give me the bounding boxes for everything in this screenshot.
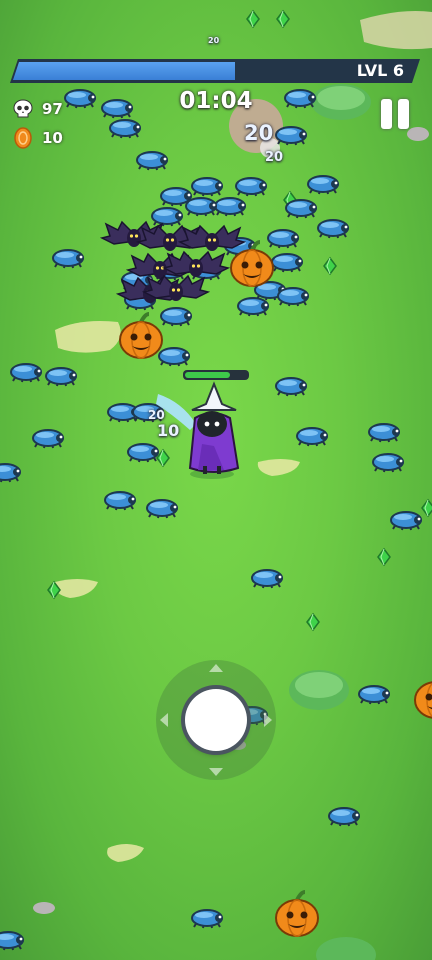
pumpkin-icon <box>119 312 163 359</box>
blue-beetle-icon <box>372 453 404 473</box>
joystick-left-arrow <box>160 713 168 727</box>
player-health-bar <box>183 370 249 380</box>
blue-beetle-icon <box>136 151 168 171</box>
blue-beetle-icon <box>328 807 360 827</box>
blue-beetle-icon <box>296 427 328 447</box>
blue-beetle-icon <box>109 119 141 139</box>
damage-number: 20 <box>244 121 274 145</box>
bush <box>289 670 349 710</box>
blue-beetle-icon <box>285 199 317 219</box>
joystick-down-arrow <box>209 768 223 776</box>
blue-beetle-icon <box>271 253 303 273</box>
coin-counter: 10 <box>12 126 63 150</box>
coin-icon <box>14 127 32 149</box>
virtual-joystick[interactable] <box>156 660 276 780</box>
enemy-layer <box>0 89 422 951</box>
game-world <box>0 9 432 960</box>
blue-beetle-icon <box>52 249 84 269</box>
blue-beetle-icon <box>275 377 307 397</box>
blue-beetle-icon <box>390 511 422 531</box>
blue-beetle-icon <box>267 229 299 249</box>
joystick-right-arrow <box>264 713 272 727</box>
blue-beetle-icon <box>214 197 246 217</box>
damage-number: 10 <box>157 421 180 440</box>
pumpkin-icon <box>414 681 432 719</box>
damage-number: 20 <box>208 36 220 45</box>
kill-count: 97 <box>42 100 63 118</box>
blue-beetle-icon <box>368 423 400 443</box>
green-gem-icon <box>306 612 320 632</box>
blue-beetle-icon <box>0 463 21 483</box>
skull-icon <box>13 99 33 118</box>
joystick-up-arrow <box>209 664 223 672</box>
coin-count: 10 <box>42 129 63 147</box>
player-health-fill <box>185 372 230 378</box>
pumpkin-layer <box>119 240 432 937</box>
blue-beetle-icon <box>275 126 307 146</box>
green-gem-icon <box>323 256 337 276</box>
blue-beetle-icon <box>127 443 159 463</box>
green-gem-icon <box>421 498 432 518</box>
bush <box>316 937 376 960</box>
blue-beetle-icon <box>237 297 269 317</box>
blue-beetle-icon <box>32 429 64 449</box>
bat-layer <box>99 220 247 303</box>
survival-timer: 01:04 <box>179 88 253 114</box>
pause-icon <box>381 99 392 129</box>
blue-beetle-icon <box>146 499 178 519</box>
blue-beetle-icon <box>151 207 183 227</box>
pumpkin-icon <box>275 890 319 937</box>
xp-fill <box>13 62 236 80</box>
green-gem-icon <box>246 9 260 29</box>
damage-number: 20 <box>148 408 165 422</box>
blue-beetle-icon <box>317 219 349 239</box>
blue-beetle-icon <box>0 931 24 951</box>
blue-beetle-icon <box>307 175 339 195</box>
bat-icon <box>141 274 211 301</box>
blue-beetle-icon <box>251 569 283 589</box>
blue-beetle-icon <box>104 491 136 511</box>
blue-beetle-icon <box>158 347 190 367</box>
bat-icon <box>177 224 247 251</box>
kill-counter: 97 <box>12 97 63 121</box>
blue-beetle-icon <box>160 307 192 327</box>
damage-number: 20 <box>265 150 284 165</box>
blue-beetle-icon <box>10 363 42 383</box>
xp-bar: LVL 6 <box>10 59 420 83</box>
joystick-knob[interactable] <box>185 689 247 751</box>
blue-beetle-icon <box>191 177 223 197</box>
pause-icon <box>398 99 409 129</box>
blue-beetle-icon <box>185 197 217 217</box>
green-gem-icon <box>377 547 391 567</box>
game-scene[interactable]: 20 20 20 20 10 LVL 6 01:04 97 10 <box>0 0 432 960</box>
green-gem-icon <box>276 9 290 29</box>
blue-beetle-icon <box>358 685 390 705</box>
pause-button[interactable] <box>381 99 411 129</box>
blue-beetle-icon <box>191 909 223 929</box>
blue-beetle-icon <box>45 367 77 387</box>
level-label: LVL 6 <box>356 61 404 80</box>
blue-beetle-icon <box>277 287 309 307</box>
blue-beetle-icon <box>235 177 267 197</box>
